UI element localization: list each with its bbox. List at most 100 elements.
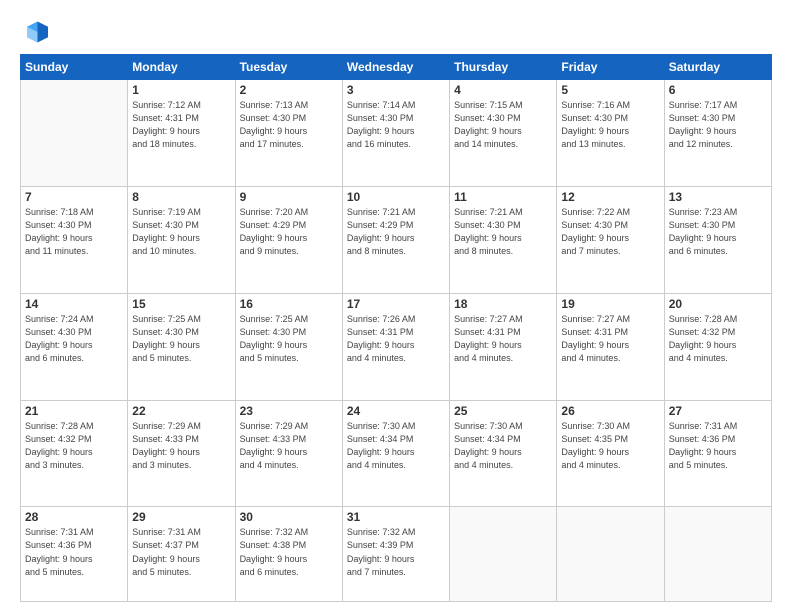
header (20, 18, 772, 46)
day-info: Sunrise: 7:32 AM Sunset: 4:38 PM Dayligh… (240, 526, 338, 578)
day-number: 30 (240, 510, 338, 524)
day-info: Sunrise: 7:20 AM Sunset: 4:29 PM Dayligh… (240, 206, 338, 258)
day-info: Sunrise: 7:26 AM Sunset: 4:31 PM Dayligh… (347, 313, 445, 365)
calendar-cell: 25Sunrise: 7:30 AM Sunset: 4:34 PM Dayli… (450, 400, 557, 507)
calendar-cell: 29 Sunrise: 7:31 AM Sunset: 4:37 PM Dayli… (128, 507, 235, 602)
calendar-cell: 27Sunrise: 7:31 AM Sunset: 4:36 PM Dayli… (664, 400, 771, 507)
calendar-cell: 24 Sunrise: 7:30 AM Sunset: 4:34 PM Dayli… (342, 400, 449, 507)
day-number: 23 (240, 404, 338, 418)
day-info: Sunrise: 7:18 AM Sunset: 4:30 PM Dayligh… (25, 206, 123, 258)
day-info: Sunrise: 7:29 AM Sunset: 4:33 PM Dayligh… (132, 420, 230, 472)
day-info: Sunrise: 7:23 AM Sunset: 4:30 PM Dayligh… (669, 206, 767, 258)
day-info: Sunrise: 7:30 AM Sunset: 4:35 PM Dayligh… (561, 420, 659, 472)
day-number: 13 (669, 190, 767, 204)
day-number: 2 (240, 83, 338, 97)
week-row-0: 1 Sunrise: 7:12 AM Sunset: 4:31 PM Daylig… (21, 80, 772, 187)
day-number: 22 (132, 404, 230, 418)
day-info: Sunrise: 7:21 AM Sunset: 4:30 PM Dayligh… (454, 206, 552, 258)
day-info: Sunrise: 7:19 AM Sunset: 4:30 PM Dayligh… (132, 206, 230, 258)
calendar-cell: 10 Sunrise: 7:21 AM Sunset: 4:29 PM Dayli… (342, 186, 449, 293)
calendar-cell: 30 Sunrise: 7:32 AM Sunset: 4:38 PM Dayli… (235, 507, 342, 602)
calendar-cell: 11 Sunrise: 7:21 AM Sunset: 4:30 PM Dayli… (450, 186, 557, 293)
day-info: Sunrise: 7:25 AM Sunset: 4:30 PM Dayligh… (132, 313, 230, 365)
day-number: 6 (669, 83, 767, 97)
calendar-cell: 1 Sunrise: 7:12 AM Sunset: 4:31 PM Daylig… (128, 80, 235, 187)
weekday-header-row: SundayMondayTuesdayWednesdayThursdayFrid… (21, 55, 772, 80)
weekday-header-friday: Friday (557, 55, 664, 80)
calendar-cell (664, 507, 771, 602)
calendar-cell: 21 Sunrise: 7:28 AM Sunset: 4:32 PM Dayli… (21, 400, 128, 507)
day-number: 16 (240, 297, 338, 311)
week-row-4: 28 Sunrise: 7:31 AM Sunset: 4:36 PM Dayli… (21, 507, 772, 602)
calendar-cell: 22 Sunrise: 7:29 AM Sunset: 4:33 PM Dayli… (128, 400, 235, 507)
weekday-header-sunday: Sunday (21, 55, 128, 80)
day-info: Sunrise: 7:29 AM Sunset: 4:33 PM Dayligh… (240, 420, 338, 472)
day-number: 21 (25, 404, 123, 418)
day-info: Sunrise: 7:30 AM Sunset: 4:34 PM Dayligh… (347, 420, 445, 472)
calendar-cell: 12Sunrise: 7:22 AM Sunset: 4:30 PM Dayli… (557, 186, 664, 293)
calendar-cell: 2 Sunrise: 7:13 AM Sunset: 4:30 PM Daylig… (235, 80, 342, 187)
day-number: 14 (25, 297, 123, 311)
day-number: 15 (132, 297, 230, 311)
calendar-cell (557, 507, 664, 602)
day-info: Sunrise: 7:22 AM Sunset: 4:30 PM Dayligh… (561, 206, 659, 258)
day-info: Sunrise: 7:28 AM Sunset: 4:32 PM Dayligh… (25, 420, 123, 472)
calendar-cell: 16 Sunrise: 7:25 AM Sunset: 4:30 PM Dayli… (235, 293, 342, 400)
day-number: 31 (347, 510, 445, 524)
calendar-cell: 3Sunrise: 7:14 AM Sunset: 4:30 PM Daylig… (342, 80, 449, 187)
week-row-1: 7 Sunrise: 7:18 AM Sunset: 4:30 PM Daylig… (21, 186, 772, 293)
day-info: Sunrise: 7:12 AM Sunset: 4:31 PM Dayligh… (132, 99, 230, 151)
calendar-cell: 5 Sunrise: 7:16 AM Sunset: 4:30 PM Daylig… (557, 80, 664, 187)
logo-icon (20, 18, 48, 46)
day-number: 29 (132, 510, 230, 524)
calendar-cell: 13 Sunrise: 7:23 AM Sunset: 4:30 PM Dayli… (664, 186, 771, 293)
day-info: Sunrise: 7:21 AM Sunset: 4:29 PM Dayligh… (347, 206, 445, 258)
day-info: Sunrise: 7:25 AM Sunset: 4:30 PM Dayligh… (240, 313, 338, 365)
day-number: 20 (669, 297, 767, 311)
calendar-cell: 17 Sunrise: 7:26 AM Sunset: 4:31 PM Dayli… (342, 293, 449, 400)
day-info: Sunrise: 7:32 AM Sunset: 4:39 PM Dayligh… (347, 526, 445, 578)
day-number: 1 (132, 83, 230, 97)
calendar-cell (450, 507, 557, 602)
day-number: 19 (561, 297, 659, 311)
day-info: Sunrise: 7:31 AM Sunset: 4:37 PM Dayligh… (132, 526, 230, 578)
day-number: 3 (347, 83, 445, 97)
weekday-header-thursday: Thursday (450, 55, 557, 80)
calendar-cell: 8Sunrise: 7:19 AM Sunset: 4:30 PM Daylig… (128, 186, 235, 293)
day-info: Sunrise: 7:31 AM Sunset: 4:36 PM Dayligh… (25, 526, 123, 578)
day-number: 11 (454, 190, 552, 204)
calendar-cell: 7 Sunrise: 7:18 AM Sunset: 4:30 PM Daylig… (21, 186, 128, 293)
day-info: Sunrise: 7:31 AM Sunset: 4:36 PM Dayligh… (669, 420, 767, 472)
day-number: 7 (25, 190, 123, 204)
calendar-table: SundayMondayTuesdayWednesdayThursdayFrid… (20, 54, 772, 602)
day-info: Sunrise: 7:16 AM Sunset: 4:30 PM Dayligh… (561, 99, 659, 151)
calendar-cell: 6Sunrise: 7:17 AM Sunset: 4:30 PM Daylig… (664, 80, 771, 187)
week-row-2: 14Sunrise: 7:24 AM Sunset: 4:30 PM Dayli… (21, 293, 772, 400)
calendar-cell (21, 80, 128, 187)
calendar-cell: 20 Sunrise: 7:28 AM Sunset: 4:32 PM Dayli… (664, 293, 771, 400)
day-number: 10 (347, 190, 445, 204)
calendar-cell: 9 Sunrise: 7:20 AM Sunset: 4:29 PM Daylig… (235, 186, 342, 293)
day-number: 4 (454, 83, 552, 97)
day-info: Sunrise: 7:15 AM Sunset: 4:30 PM Dayligh… (454, 99, 552, 151)
week-row-3: 21 Sunrise: 7:28 AM Sunset: 4:32 PM Dayli… (21, 400, 772, 507)
day-info: Sunrise: 7:13 AM Sunset: 4:30 PM Dayligh… (240, 99, 338, 151)
calendar-cell: 31 Sunrise: 7:32 AM Sunset: 4:39 PM Dayli… (342, 507, 449, 602)
day-number: 24 (347, 404, 445, 418)
weekday-header-saturday: Saturday (664, 55, 771, 80)
weekday-header-tuesday: Tuesday (235, 55, 342, 80)
calendar-cell: 23 Sunrise: 7:29 AM Sunset: 4:33 PM Dayli… (235, 400, 342, 507)
calendar-cell: 28 Sunrise: 7:31 AM Sunset: 4:36 PM Dayli… (21, 507, 128, 602)
day-number: 5 (561, 83, 659, 97)
weekday-header-monday: Monday (128, 55, 235, 80)
logo (20, 18, 52, 46)
day-number: 17 (347, 297, 445, 311)
day-number: 28 (25, 510, 123, 524)
calendar-cell: 26Sunrise: 7:30 AM Sunset: 4:35 PM Dayli… (557, 400, 664, 507)
day-info: Sunrise: 7:27 AM Sunset: 4:31 PM Dayligh… (561, 313, 659, 365)
day-info: Sunrise: 7:28 AM Sunset: 4:32 PM Dayligh… (669, 313, 767, 365)
calendar-cell: 15 Sunrise: 7:25 AM Sunset: 4:30 PM Dayli… (128, 293, 235, 400)
calendar-cell: 14Sunrise: 7:24 AM Sunset: 4:30 PM Dayli… (21, 293, 128, 400)
calendar-cell: 19 Sunrise: 7:27 AM Sunset: 4:31 PM Dayli… (557, 293, 664, 400)
day-number: 9 (240, 190, 338, 204)
